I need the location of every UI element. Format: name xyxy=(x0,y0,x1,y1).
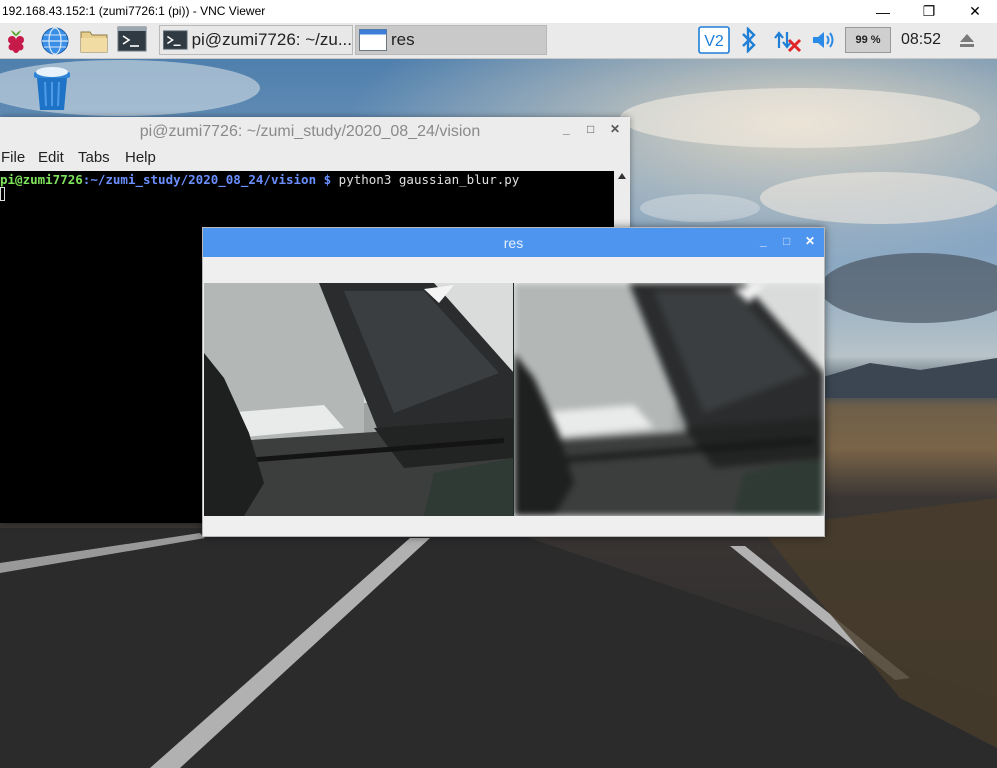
svg-text:V2: V2 xyxy=(704,33,724,50)
taskbar-task-terminal[interactable]: pi@zumi7726: ~/zu... xyxy=(159,25,353,55)
prompt-path: :~/zumi_study/2020_08_24/vision $ xyxy=(82,172,332,187)
vnc-window-title: 192.168.43.152:1 (zumi7726:1 (pi)) - VNC… xyxy=(2,4,266,18)
original-camera-image xyxy=(204,283,514,516)
taskbar-task-label: pi@zumi7726: ~/zu... xyxy=(191,30,352,49)
clock[interactable]: 08:52 xyxy=(901,31,941,49)
menu-edit[interactable]: Edit xyxy=(38,149,64,166)
terminal-window-title: pi@zumi7726: ~/zumi_study/2020_08_24/vis… xyxy=(139,123,481,140)
res-titlebar[interactable]: res _ □ ✕ xyxy=(203,228,824,257)
scroll-up-icon[interactable] xyxy=(618,173,626,179)
terminal-launcher-icon[interactable] xyxy=(117,26,147,54)
web-browser-icon[interactable] xyxy=(40,26,69,55)
terminal-titlebar[interactable]: pi@zumi7726: ~/zumi_study/2020_08_24/vis… xyxy=(0,117,630,145)
menu-help[interactable]: Help xyxy=(125,149,156,166)
bluetooth-icon[interactable] xyxy=(737,26,761,54)
res-minimize-button[interactable]: _ xyxy=(760,234,767,248)
taskbar-task-res[interactable]: res xyxy=(355,25,547,55)
menu-file[interactable]: File xyxy=(1,149,25,166)
terminal-command-line: pi@zumi7726:~/zumi_study/2020_08_24/visi… xyxy=(0,172,519,187)
taskbar-task-label: res xyxy=(391,30,415,49)
res-close-button[interactable]: ✕ xyxy=(805,234,815,248)
terminal-menubar: File Edit Tabs Help xyxy=(0,145,630,171)
vnc-minimize-button[interactable]: — xyxy=(860,0,906,23)
terminal-icon xyxy=(163,30,188,50)
cpu-usage-monitor[interactable]: 99 % xyxy=(845,27,891,53)
prompt-command: python3 gaussian_blur.py xyxy=(331,172,520,187)
raspberry-menu-icon[interactable] xyxy=(2,26,30,54)
file-manager-icon[interactable] xyxy=(79,26,108,54)
vnc-server-icon[interactable]: V2 xyxy=(697,26,731,54)
res-maximize-button[interactable]: □ xyxy=(783,234,790,248)
vnc-viewer-titlebar[interactable]: 192.168.43.152:1 (zumi7726:1 (pi)) - VNC… xyxy=(0,0,997,24)
taskbar: pi@zumi7726: ~/zu... res V2 99 % 08:52 xyxy=(0,23,997,59)
terminal-close-button[interactable]: ✕ xyxy=(610,122,620,136)
res-window-title: res xyxy=(503,235,524,251)
volume-icon[interactable] xyxy=(810,26,838,54)
window-icon xyxy=(359,29,387,51)
trash-icon[interactable] xyxy=(32,66,72,112)
eject-icon[interactable] xyxy=(956,26,978,54)
vnc-maximize-button[interactable]: ❐ xyxy=(906,0,952,23)
terminal-maximize-button[interactable]: □ xyxy=(587,122,594,136)
menu-tabs[interactable]: Tabs xyxy=(78,149,110,166)
blurred-camera-image xyxy=(514,283,824,516)
terminal-cursor xyxy=(0,187,5,201)
prompt-user: pi@zumi7726 xyxy=(0,172,83,187)
res-window[interactable]: res _ □ ✕ xyxy=(202,227,825,537)
vnc-close-button[interactable]: ✕ xyxy=(952,0,997,23)
terminal-minimize-button[interactable]: _ xyxy=(563,122,570,136)
network-disconnected-icon[interactable] xyxy=(772,26,804,54)
